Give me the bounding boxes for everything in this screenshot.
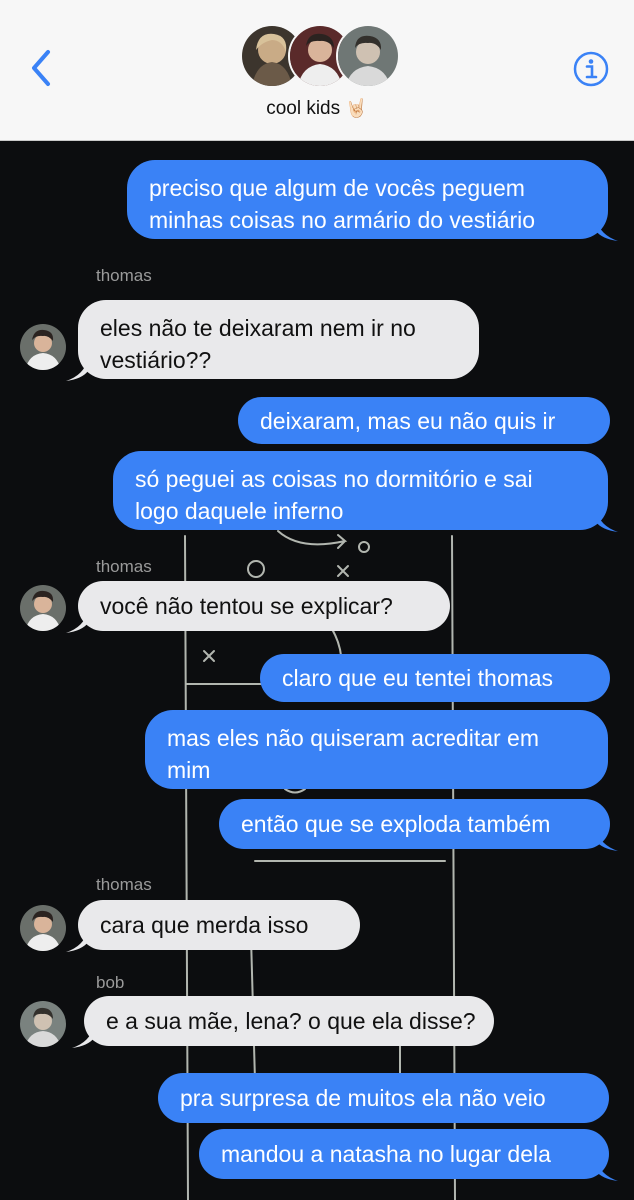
message-line: eles não te deixaram nem ir no: [100, 315, 416, 341]
message-incoming[interactable]: você não tentou se explicar?: [78, 581, 450, 631]
bubble-tail-outgoing: [596, 510, 618, 532]
avatar-bob[interactable]: [20, 1001, 66, 1047]
conversation-header: cool kids 🤘🏻: [0, 0, 634, 141]
message-line: e a sua mãe, lena? o que ela disse?: [106, 1008, 476, 1034]
group-emoji: 🤘🏻: [345, 98, 368, 118]
message-line: deixaram, mas eu não quis ir: [260, 408, 556, 434]
message-incoming[interactable]: eles não te deixaram nem ir no vestiário…: [78, 300, 479, 379]
bubble-tail-incoming: [66, 611, 88, 633]
message-line: cara que merda isso: [100, 912, 309, 938]
group-name[interactable]: cool kids 🤘🏻: [0, 98, 634, 120]
message-line: claro que eu tentei thomas: [282, 665, 554, 691]
message-outgoing[interactable]: claro que eu tentei thomas: [260, 654, 610, 702]
message-line: só peguei as coisas no dormitório e sai: [135, 466, 533, 492]
message-line: vestiário??: [100, 347, 212, 373]
message-outgoing[interactable]: só peguei as coisas no dormitório e sai …: [113, 451, 608, 530]
sender-name-thomas: thomas: [96, 266, 152, 285]
avatar-thomas[interactable]: [20, 585, 66, 631]
bubble-tail-outgoing: [596, 829, 618, 851]
message-line: pra surpresa de muitos ela não veio: [180, 1085, 546, 1111]
message-line: logo daquele inferno: [135, 498, 344, 524]
group-avatars[interactable]: [240, 24, 400, 88]
info-icon: [573, 51, 609, 87]
info-button[interactable]: [572, 50, 610, 88]
message-outgoing[interactable]: deixaram, mas eu não quis ir: [238, 397, 610, 444]
message-outgoing[interactable]: pra surpresa de muitos ela não veio: [158, 1073, 609, 1123]
message-line: mim: [167, 757, 211, 783]
chat-area[interactable]: preciso que algum de vocês peguem minhas…: [0, 141, 634, 1200]
bubble-tail-outgoing: [596, 1159, 618, 1181]
bubble-tail-incoming: [66, 359, 88, 381]
group-name-text: cool kids: [266, 98, 341, 119]
avatar-thomas[interactable]: [20, 905, 66, 951]
avatar-bob: [336, 24, 400, 88]
sender-name-thomas: thomas: [96, 875, 152, 894]
message-line: mas eles não quiseram acreditar em: [167, 725, 539, 751]
message-line: mandou a natasha no lugar dela: [221, 1141, 551, 1167]
bubble-tail-incoming: [66, 930, 88, 952]
avatar-thomas[interactable]: [20, 324, 66, 370]
sender-name-thomas: thomas: [96, 557, 152, 576]
message-incoming[interactable]: cara que merda isso: [78, 900, 360, 950]
back-chevron-icon: [32, 50, 50, 86]
message-line: então que se exploda também: [241, 811, 551, 837]
sender-name-bob: bob: [96, 973, 125, 992]
message-line: preciso que algum de vocês peguem: [149, 175, 525, 201]
message-incoming[interactable]: e a sua mãe, lena? o que ela disse?: [84, 996, 494, 1046]
back-button[interactable]: [24, 44, 64, 92]
message-line: você não tentou se explicar?: [100, 593, 393, 619]
message-outgoing[interactable]: mandou a natasha no lugar dela: [199, 1129, 609, 1179]
message-outgoing[interactable]: preciso que algum de vocês peguem minhas…: [127, 160, 608, 239]
message-outgoing[interactable]: mas eles não quiseram acreditar em mim: [145, 710, 608, 789]
bubble-tail-outgoing: [596, 219, 618, 241]
message-outgoing[interactable]: então que se exploda também: [219, 799, 610, 849]
bubble-tail-incoming: [72, 1026, 94, 1048]
message-line: minhas coisas no armário do vestiário: [149, 207, 536, 233]
